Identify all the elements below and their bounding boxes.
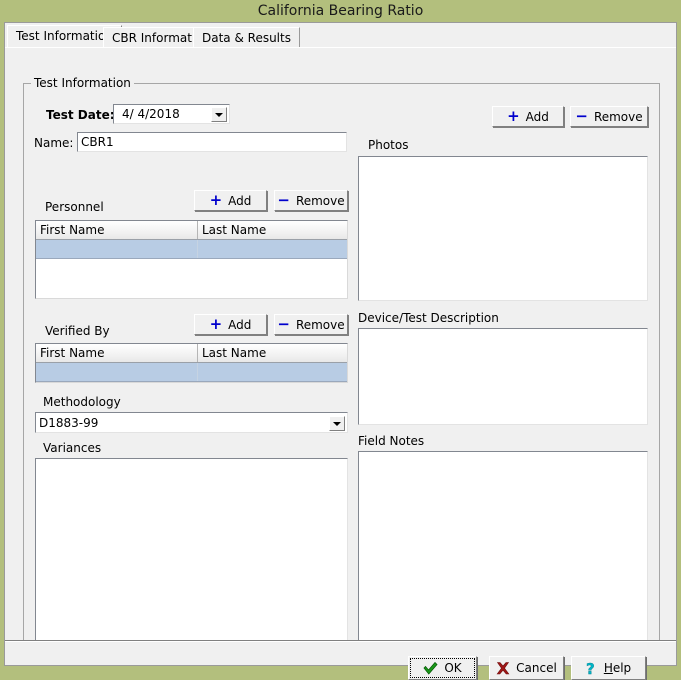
personnel-grid[interactable]: First Name Last Name	[35, 220, 348, 299]
verified-by-grid[interactable]: First Name Last Name	[35, 343, 348, 383]
cancel-label: Cancel	[516, 661, 557, 675]
column-header-first-name[interactable]: First Name	[36, 221, 198, 239]
red-x-icon	[496, 662, 510, 675]
cancel-button[interactable]: Cancel	[489, 656, 564, 680]
name-input[interactable]: CBR1	[77, 132, 347, 152]
field-notes-label: Field Notes	[358, 434, 424, 448]
personnel-add-button[interactable]: + Add	[194, 190, 267, 211]
tab-label: Data & Results	[202, 31, 291, 45]
photos-remove-button[interactable]: − Remove	[570, 106, 648, 127]
field-notes-textarea[interactable]	[358, 451, 648, 641]
name-value: CBR1	[81, 135, 114, 149]
plus-icon: +	[210, 317, 223, 332]
photos-label: Photos	[368, 138, 408, 152]
dialog-window: Test Information CBR Information Data & …	[4, 22, 677, 666]
svg-text:?: ?	[586, 661, 595, 676]
column-header-last-name[interactable]: Last Name	[198, 221, 347, 239]
verified-add-button[interactable]: + Add	[194, 314, 267, 335]
window-title: California Bearing Ratio	[258, 3, 424, 19]
plus-icon: +	[507, 109, 520, 124]
ok-label: OK	[444, 661, 461, 675]
personnel-label: Personnel	[45, 200, 104, 214]
green-check-icon	[423, 662, 438, 675]
photos-remove-label: Remove	[594, 110, 643, 124]
verified-grid-header: First Name Last Name	[36, 344, 347, 363]
device-test-description-label: Device/Test Description	[358, 311, 499, 325]
minus-icon: −	[575, 109, 588, 124]
chevron-down-icon[interactable]	[211, 107, 227, 122]
table-row[interactable]	[36, 240, 347, 259]
chevron-down-icon[interactable]	[329, 416, 345, 431]
minus-icon: −	[277, 317, 290, 332]
personnel-grid-header: First Name Last Name	[36, 221, 347, 240]
variances-textarea[interactable]	[35, 458, 348, 641]
verified-add-label: Add	[228, 318, 251, 332]
cell-last-name[interactable]	[198, 363, 347, 381]
test-date-label: Test Date:	[46, 108, 115, 122]
column-header-last-name[interactable]: Last Name	[198, 344, 347, 362]
verified-remove-button[interactable]: − Remove	[274, 314, 348, 335]
methodology-select[interactable]: D1883-99	[35, 412, 348, 433]
personnel-add-label: Add	[228, 194, 251, 208]
test-date-picker[interactable]: 4/ 4/2018	[113, 104, 230, 124]
cell-first-name[interactable]	[36, 240, 198, 258]
name-label: Name:	[34, 136, 73, 150]
group-box-label: Test Information	[31, 76, 134, 90]
tab-label: Test Information	[16, 29, 113, 43]
test-date-value: 4/ 4/2018	[122, 107, 180, 121]
cyan-question-icon: ?	[586, 661, 598, 676]
methodology-value: D1883-99	[39, 416, 98, 430]
help-button[interactable]: ? Help	[571, 656, 646, 680]
verified-remove-label: Remove	[296, 318, 345, 332]
table-row[interactable]	[36, 363, 347, 382]
tab-data-and-results[interactable]: Data & Results	[193, 27, 300, 47]
help-label: Help	[604, 661, 631, 675]
cell-first-name[interactable]	[36, 363, 198, 381]
photos-add-button[interactable]: + Add	[492, 106, 564, 127]
plus-icon: +	[210, 193, 223, 208]
column-header-first-name[interactable]: First Name	[36, 344, 198, 362]
photos-add-label: Add	[526, 110, 549, 124]
tab-strip: Test Information CBR Information Data & …	[5, 25, 676, 47]
cell-last-name[interactable]	[198, 240, 347, 258]
ok-button[interactable]: OK	[408, 656, 477, 680]
help-label-rest: elp	[613, 661, 631, 675]
minus-icon: −	[277, 193, 290, 208]
window-title-bar: California Bearing Ratio	[0, 0, 681, 22]
variances-label: Variances	[43, 441, 101, 455]
tab-page-test-information: Test Information Test Date: 4/ 4/2018 Na…	[5, 48, 676, 640]
device-test-description-textarea[interactable]	[358, 328, 648, 425]
verified-by-label: Verified By	[45, 324, 110, 338]
methodology-label: Methodology	[43, 395, 121, 409]
help-accelerator: H	[604, 661, 613, 675]
personnel-remove-label: Remove	[296, 194, 345, 208]
photos-list[interactable]	[358, 156, 648, 301]
personnel-remove-button[interactable]: − Remove	[274, 190, 348, 211]
